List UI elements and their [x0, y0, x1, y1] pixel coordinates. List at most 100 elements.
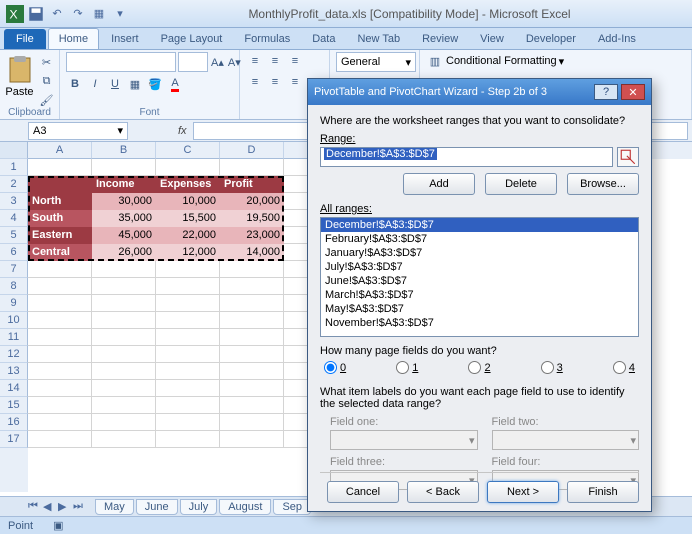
row-header[interactable]: 5 — [0, 227, 28, 244]
radio-3[interactable]: 3 — [541, 361, 563, 374]
col-header[interactable]: D — [220, 142, 284, 159]
row-header[interactable]: 16 — [0, 414, 28, 431]
list-item[interactable]: July!$A$3:$D$7 — [321, 260, 638, 274]
last-sheet-icon[interactable]: ⏭ — [73, 500, 87, 514]
range-picker-icon[interactable] — [617, 147, 639, 167]
tab-new[interactable]: New Tab — [347, 29, 410, 49]
sheet-tab[interactable]: Sep — [273, 499, 311, 515]
list-item[interactable]: May!$A$3:$D$7 — [321, 302, 638, 316]
align-right-icon[interactable]: ≡ — [286, 73, 304, 91]
copy-icon[interactable]: ⧉ — [38, 72, 56, 90]
row-header[interactable]: 2 — [0, 176, 28, 193]
chevron-down-icon[interactable]: ▾ — [559, 55, 565, 68]
cut-icon[interactable]: ✂ — [38, 53, 56, 71]
name-box[interactable]: A3▾ — [28, 122, 128, 140]
number-format-select[interactable]: General▾ — [336, 52, 416, 72]
row-header[interactable]: 11 — [0, 329, 28, 346]
list-item[interactable]: December!$A$3:$D$7 — [321, 218, 638, 232]
tab-data[interactable]: Data — [302, 29, 345, 49]
select-all[interactable] — [0, 142, 28, 159]
macro-record-icon[interactable]: ▣ — [53, 519, 63, 532]
add-button[interactable]: Add — [403, 173, 475, 195]
redo-icon[interactable]: ↷ — [69, 5, 87, 23]
undo-icon[interactable]: ↶ — [48, 5, 66, 23]
tab-home[interactable]: Home — [48, 28, 99, 49]
border-icon[interactable]: ▦ — [126, 75, 144, 93]
row-header[interactable]: 14 — [0, 380, 28, 397]
list-item[interactable]: March!$A$3:$D$7 — [321, 288, 638, 302]
tab-page-layout[interactable]: Page Layout — [151, 29, 233, 49]
align-mid-icon[interactable]: ≡ — [266, 52, 284, 70]
grow-font-icon[interactable]: A▴ — [210, 53, 225, 71]
row-header[interactable]: 3 — [0, 193, 28, 210]
fill-color-icon[interactable]: 🪣 — [146, 75, 164, 93]
cancel-button[interactable]: Cancel — [327, 481, 399, 503]
sheet-tab[interactable]: June — [136, 499, 178, 515]
font-size-input[interactable] — [178, 52, 208, 72]
tab-formulas[interactable]: Formulas — [234, 29, 300, 49]
qat-dropdown-icon[interactable]: ▾ — [111, 5, 129, 23]
tab-insert[interactable]: Insert — [101, 29, 149, 49]
range-input[interactable]: December!$A$3:$D$7 — [320, 147, 613, 167]
row-header[interactable]: 15 — [0, 397, 28, 414]
radio-4[interactable]: 4 — [613, 361, 635, 374]
font-color-icon[interactable]: A — [166, 75, 184, 93]
radio-1[interactable]: 1 — [396, 361, 418, 374]
row-header[interactable]: 7 — [0, 261, 28, 278]
ranges-listbox[interactable]: December!$A$3:$D$7 February!$A$3:$D$7 Ja… — [320, 217, 639, 337]
save-icon[interactable] — [27, 5, 45, 23]
row-header[interactable]: 9 — [0, 295, 28, 312]
back-button[interactable]: < Back — [407, 481, 479, 503]
bold-icon[interactable]: B — [66, 75, 84, 93]
list-item[interactable]: January!$A$3:$D$7 — [321, 246, 638, 260]
underline-icon[interactable]: U — [106, 75, 124, 93]
row-header[interactable]: 8 — [0, 278, 28, 295]
align-left-icon[interactable]: ≡ — [246, 73, 264, 91]
align-bot-icon[interactable]: ≡ — [286, 52, 304, 70]
cond-fmt-label[interactable]: Conditional Formatting — [446, 55, 557, 67]
cond-fmt-icon[interactable]: ▥ — [426, 52, 444, 70]
italic-icon[interactable]: I — [86, 75, 104, 93]
first-sheet-icon[interactable]: ⏮ — [28, 500, 42, 514]
finish-button[interactable]: Finish — [567, 481, 639, 503]
fx-icon[interactable]: fx — [178, 125, 187, 137]
list-item[interactable]: June!$A$3:$D$7 — [321, 274, 638, 288]
tab-addins[interactable]: Add-Ins — [588, 29, 646, 49]
row-header[interactable]: 4 — [0, 210, 28, 227]
radio-0[interactable]: 0 — [324, 361, 346, 374]
align-top-icon[interactable]: ≡ — [246, 52, 264, 70]
font-name-input[interactable] — [66, 52, 176, 72]
prev-sheet-icon[interactable]: ◀ — [43, 500, 57, 514]
dialog-title-bar[interactable]: PivotTable and PivotChart Wizard - Step … — [308, 79, 651, 105]
help-button[interactable]: ? — [594, 84, 618, 100]
delete-button[interactable]: Delete — [485, 173, 557, 195]
col-header[interactable]: C — [156, 142, 220, 159]
browse-button[interactable]: Browse... — [567, 173, 639, 195]
all-ranges-label: All ranges: — [320, 203, 639, 215]
row-header[interactable]: 1 — [0, 159, 28, 176]
paste-icon[interactable] — [4, 54, 36, 86]
list-item[interactable]: February!$A$3:$D$7 — [321, 232, 638, 246]
sheet-tab[interactable]: July — [180, 499, 218, 515]
row-header[interactable]: 10 — [0, 312, 28, 329]
qat-item-icon[interactable]: ▦ — [90, 5, 108, 23]
close-button[interactable]: ✕ — [621, 84, 645, 100]
tab-review[interactable]: Review — [412, 29, 468, 49]
list-item[interactable]: November!$A$3:$D$7 — [321, 316, 638, 330]
sheet-tab[interactable]: May — [95, 499, 134, 515]
tab-developer[interactable]: Developer — [516, 29, 586, 49]
paste-label[interactable]: Paste — [4, 86, 36, 98]
next-button[interactable]: Next > — [487, 481, 559, 503]
row-header[interactable]: 13 — [0, 363, 28, 380]
col-header[interactable]: B — [92, 142, 156, 159]
col-header[interactable]: A — [28, 142, 92, 159]
row-header[interactable]: 6 — [0, 244, 28, 261]
sheet-tab[interactable]: August — [219, 499, 271, 515]
radio-2[interactable]: 2 — [468, 361, 490, 374]
align-center-icon[interactable]: ≡ — [266, 73, 284, 91]
row-header[interactable]: 17 — [0, 431, 28, 448]
tab-file[interactable]: File — [4, 29, 46, 49]
next-sheet-icon[interactable]: ▶ — [58, 500, 72, 514]
row-header[interactable]: 12 — [0, 346, 28, 363]
tab-view[interactable]: View — [470, 29, 514, 49]
